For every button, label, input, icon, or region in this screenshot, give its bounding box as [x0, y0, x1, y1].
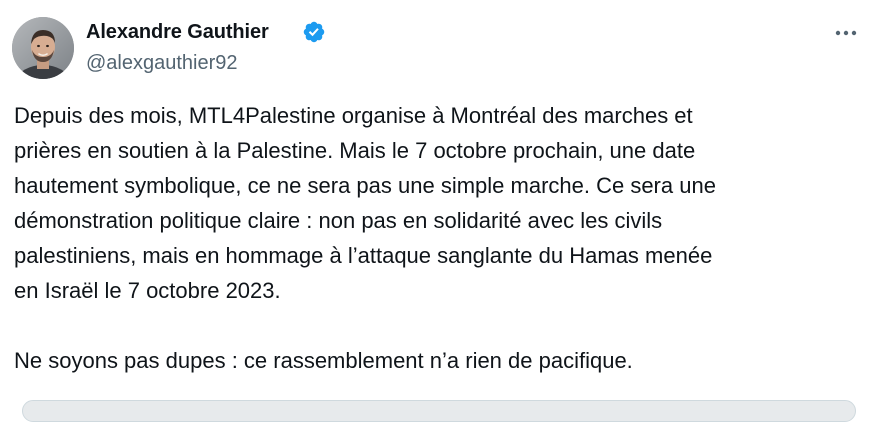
more-horizontal-icon [835, 30, 857, 36]
tweet-text-line: en Israël le 7 octobre 2023. [14, 278, 281, 303]
tweet-text: Depuis des mois, MTL4Palestine organise … [14, 98, 864, 378]
author-name[interactable]: Alexandre Gauthier [86, 18, 269, 46]
tweet-text-line: Depuis des mois, MTL4Palestine organise … [14, 103, 693, 128]
tweet-card[interactable]: Alexandre Gauthier @alexgauthier92 Depui… [0, 0, 876, 422]
tweet-text-line: démonstration politique claire : non pas… [14, 208, 663, 233]
verified-badge-icon [303, 21, 325, 43]
author-avatar[interactable] [12, 17, 74, 79]
tweet-closing-line: Ne soyons pas dupes : ce rassemblement n… [14, 348, 633, 373]
more-options-button[interactable] [828, 20, 864, 46]
attached-media-card[interactable] [22, 400, 856, 422]
author-handle[interactable]: @alexgauthier92 [86, 50, 238, 76]
tweet-text-line: hautement symbolique, ce ne sera pas une… [14, 173, 716, 198]
avatar-photo [12, 17, 74, 79]
tweet-text-line: prières en soutien à la Palestine. Mais … [14, 138, 696, 163]
tweet-text-line: palestiniens, mais en hommage à l’attaqu… [14, 243, 713, 268]
